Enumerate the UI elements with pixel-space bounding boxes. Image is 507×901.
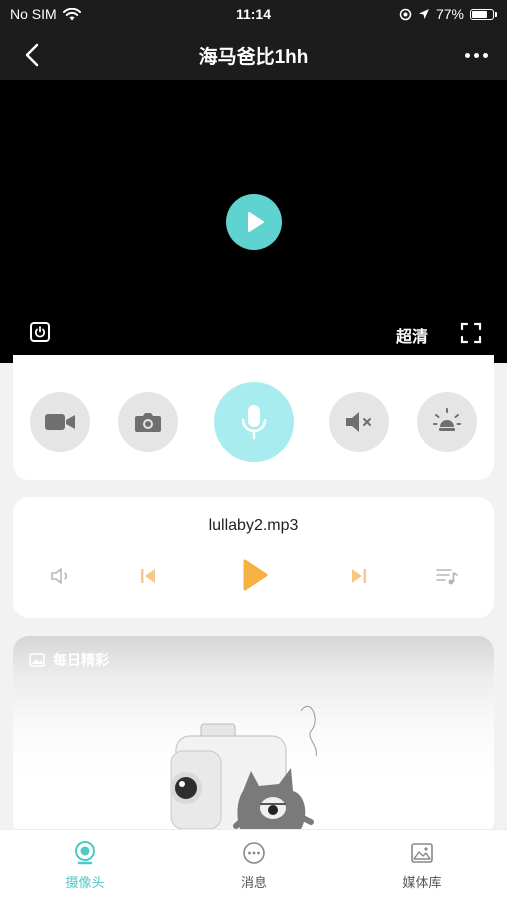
daily-title: 每日精彩 (53, 652, 109, 668)
snapshot-button[interactable] (118, 392, 178, 452)
power-icon (30, 322, 50, 342)
speaker-mute-icon (346, 412, 371, 432)
playlist-icon (436, 569, 458, 585)
previous-track-button[interactable] (135, 563, 161, 589)
volume-button[interactable] (48, 563, 74, 589)
tab-camera-label: 摄像头 (65, 875, 105, 890)
image-icon (29, 653, 45, 667)
mute-button[interactable] (329, 392, 389, 452)
tab-media-library-label: 媒体库 (402, 875, 442, 890)
camera-tab-icon (75, 841, 95, 865)
quality-toggle[interactable]: 超清 (396, 323, 428, 347)
talk-button[interactable] (214, 382, 294, 462)
play-icon (248, 212, 264, 232)
fullscreen-button[interactable] (460, 322, 482, 344)
play-icon (243, 559, 268, 591)
video-player[interactable]: 超清 (0, 80, 507, 363)
battery-percent: 77% (435, 6, 464, 22)
orientation-lock-icon (399, 8, 412, 20)
next-track-button[interactable] (346, 563, 372, 589)
playlist-button[interactable] (434, 563, 460, 589)
volume-icon (51, 568, 68, 584)
tab-messages-label: 消息 (240, 875, 267, 890)
play-video-button[interactable] (226, 194, 282, 250)
more-dot-icon (464, 52, 470, 58)
skip-next-icon (352, 569, 366, 583)
camera-controls-card (13, 355, 494, 480)
tab-camera[interactable]: 摄像头 (35, 840, 135, 891)
play-music-button[interactable] (239, 557, 271, 593)
camera-icon (135, 413, 161, 432)
daily-header: 每日精彩 (29, 650, 109, 670)
more-options-button[interactable] (459, 40, 493, 70)
status-right: 77% (399, 6, 497, 22)
location-icon (418, 9, 429, 19)
more-dot-icon (482, 52, 488, 58)
battery-icon (470, 8, 494, 20)
tab-messages[interactable]: 消息 (204, 840, 304, 891)
battery-tip (495, 11, 497, 17)
bottom-tab-bar: 摄像头 消息 媒体库 (0, 829, 507, 901)
microphone-icon (241, 405, 267, 440)
light-bulb-icon (433, 408, 461, 431)
night-light-button[interactable] (417, 392, 477, 452)
status-bar: No SIM 11:14 77% (0, 0, 507, 28)
skip-previous-icon (141, 569, 155, 583)
lullaby-player-card: lullaby2.mp3 (13, 497, 494, 618)
record-video-button[interactable] (30, 392, 90, 452)
daily-highlights-card[interactable]: 每日精彩 (13, 636, 494, 836)
fullscreen-icon (460, 322, 482, 344)
gallery-icon (411, 843, 433, 863)
power-button[interactable] (29, 321, 51, 343)
empty-state-illustration (170, 705, 317, 836)
message-icon (243, 842, 265, 864)
video-camera-icon (45, 414, 75, 430)
track-name: lullaby2.mp3 (208, 517, 299, 534)
page-title: 海马爸比1hh (198, 47, 309, 68)
nav-bar: 海马爸比1hh (0, 28, 507, 80)
tab-media-library[interactable]: 媒体库 (372, 840, 472, 891)
more-dot-icon (473, 52, 479, 58)
